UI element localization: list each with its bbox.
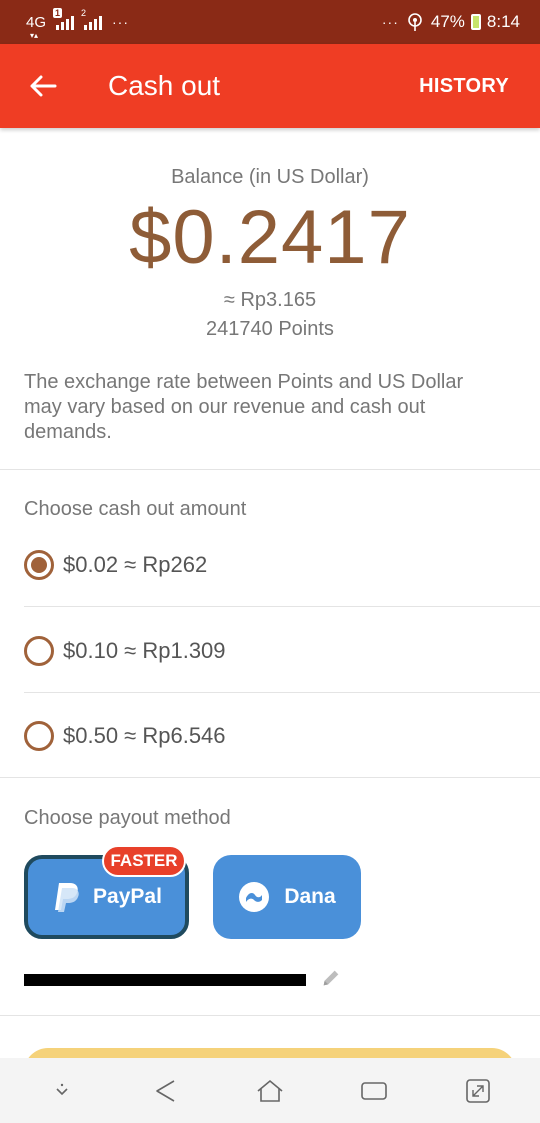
status-left: 4G ▾▴ 1 2 ··· bbox=[26, 8, 130, 40]
balance-rupiah: ≈ Rp3.165 bbox=[223, 289, 317, 311]
exchange-rate-note: The exchange rate between Points and US … bbox=[24, 371, 464, 443]
amount-option-label: $0.10 ≈ Rp1.309 bbox=[63, 638, 226, 663]
data-arrows-icon: ▾▴ bbox=[30, 30, 39, 40]
nav-screenshot-button[interactable] bbox=[458, 1071, 498, 1111]
nav-hide-button[interactable] bbox=[42, 1071, 82, 1111]
amount-option-label: $0.50 ≈ Rp6.546 bbox=[63, 723, 226, 748]
nav-back-button[interactable] bbox=[146, 1071, 186, 1111]
signal-1-icon: 1 bbox=[53, 8, 75, 30]
status-more-left: ··· bbox=[112, 14, 130, 30]
dana-label: Dana bbox=[284, 885, 336, 908]
amount-option-label: $0.02 ≈ Rp262 bbox=[63, 552, 208, 577]
amount-option-0-50[interactable]: $0.50 ≈ Rp6.546 bbox=[24, 706, 524, 766]
paypal-label: PayPal bbox=[93, 885, 162, 908]
radio-unselected-icon[interactable] bbox=[24, 636, 54, 666]
paypal-icon bbox=[55, 883, 79, 912]
home-icon bbox=[257, 1079, 283, 1102]
nav-home-button[interactable] bbox=[250, 1071, 290, 1111]
navigation-bar bbox=[0, 1058, 540, 1123]
arrow-left-icon bbox=[30, 75, 57, 97]
triangle-back-icon bbox=[156, 1079, 175, 1102]
divider bbox=[0, 777, 540, 778]
sim-1-badge: 1 bbox=[53, 8, 63, 18]
divider bbox=[24, 606, 540, 607]
amount-option-0-02[interactable]: $0.02 ≈ Rp262 bbox=[24, 535, 524, 595]
sim-2-badge: 2 bbox=[81, 8, 87, 18]
hotspot-icon bbox=[408, 13, 422, 31]
history-button[interactable]: HISTORY bbox=[419, 75, 509, 98]
clock: 8:14 bbox=[486, 12, 520, 31]
signal-2-icon: 2 bbox=[81, 8, 103, 30]
page-title: Cash out bbox=[108, 70, 221, 101]
amount-option-0-10[interactable]: $0.10 ≈ Rp1.309 bbox=[24, 621, 524, 681]
recents-icon bbox=[361, 1081, 387, 1100]
pencil-icon[interactable] bbox=[320, 967, 342, 989]
divider bbox=[0, 1015, 540, 1016]
battery-charging-icon bbox=[470, 14, 481, 30]
balance-amount: $0.2417 bbox=[129, 195, 411, 280]
status-right: ··· 47% 8:14 bbox=[382, 12, 520, 32]
payout-method-title: Choose payout method bbox=[24, 807, 231, 829]
radio-unselected-icon[interactable] bbox=[24, 721, 54, 751]
back-button[interactable] bbox=[18, 61, 68, 111]
balance-points: 241740 Points bbox=[206, 318, 334, 340]
status-more-right: ··· bbox=[381, 14, 399, 30]
expand-icon bbox=[466, 1078, 490, 1103]
payout-account-row bbox=[24, 963, 354, 993]
cashout-amount-title: Choose cash out amount bbox=[24, 498, 247, 520]
balance-section: Balance (in US Dollar) $0.2417 ≈ Rp3.165… bbox=[0, 128, 540, 341]
battery-percent: 47% bbox=[430, 12, 465, 31]
divider bbox=[24, 692, 540, 693]
chevron-down-icon bbox=[56, 1083, 68, 1095]
balance-label: Balance (in US Dollar) bbox=[171, 166, 369, 188]
dana-button[interactable]: Dana bbox=[213, 855, 361, 939]
nav-recents-button[interactable] bbox=[354, 1071, 394, 1111]
app-bar: Cash out HISTORY bbox=[0, 44, 540, 128]
radio-selected-icon[interactable] bbox=[24, 550, 54, 580]
divider bbox=[0, 469, 540, 470]
faster-badge: FASTER bbox=[102, 845, 186, 877]
dana-icon bbox=[239, 882, 270, 912]
status-bar: 4G ▾▴ 1 2 ··· ··· 47% 8:14 bbox=[0, 0, 540, 44]
network-type: 4G ▾▴ bbox=[26, 15, 46, 40]
payout-email-redacted bbox=[24, 965, 306, 991]
